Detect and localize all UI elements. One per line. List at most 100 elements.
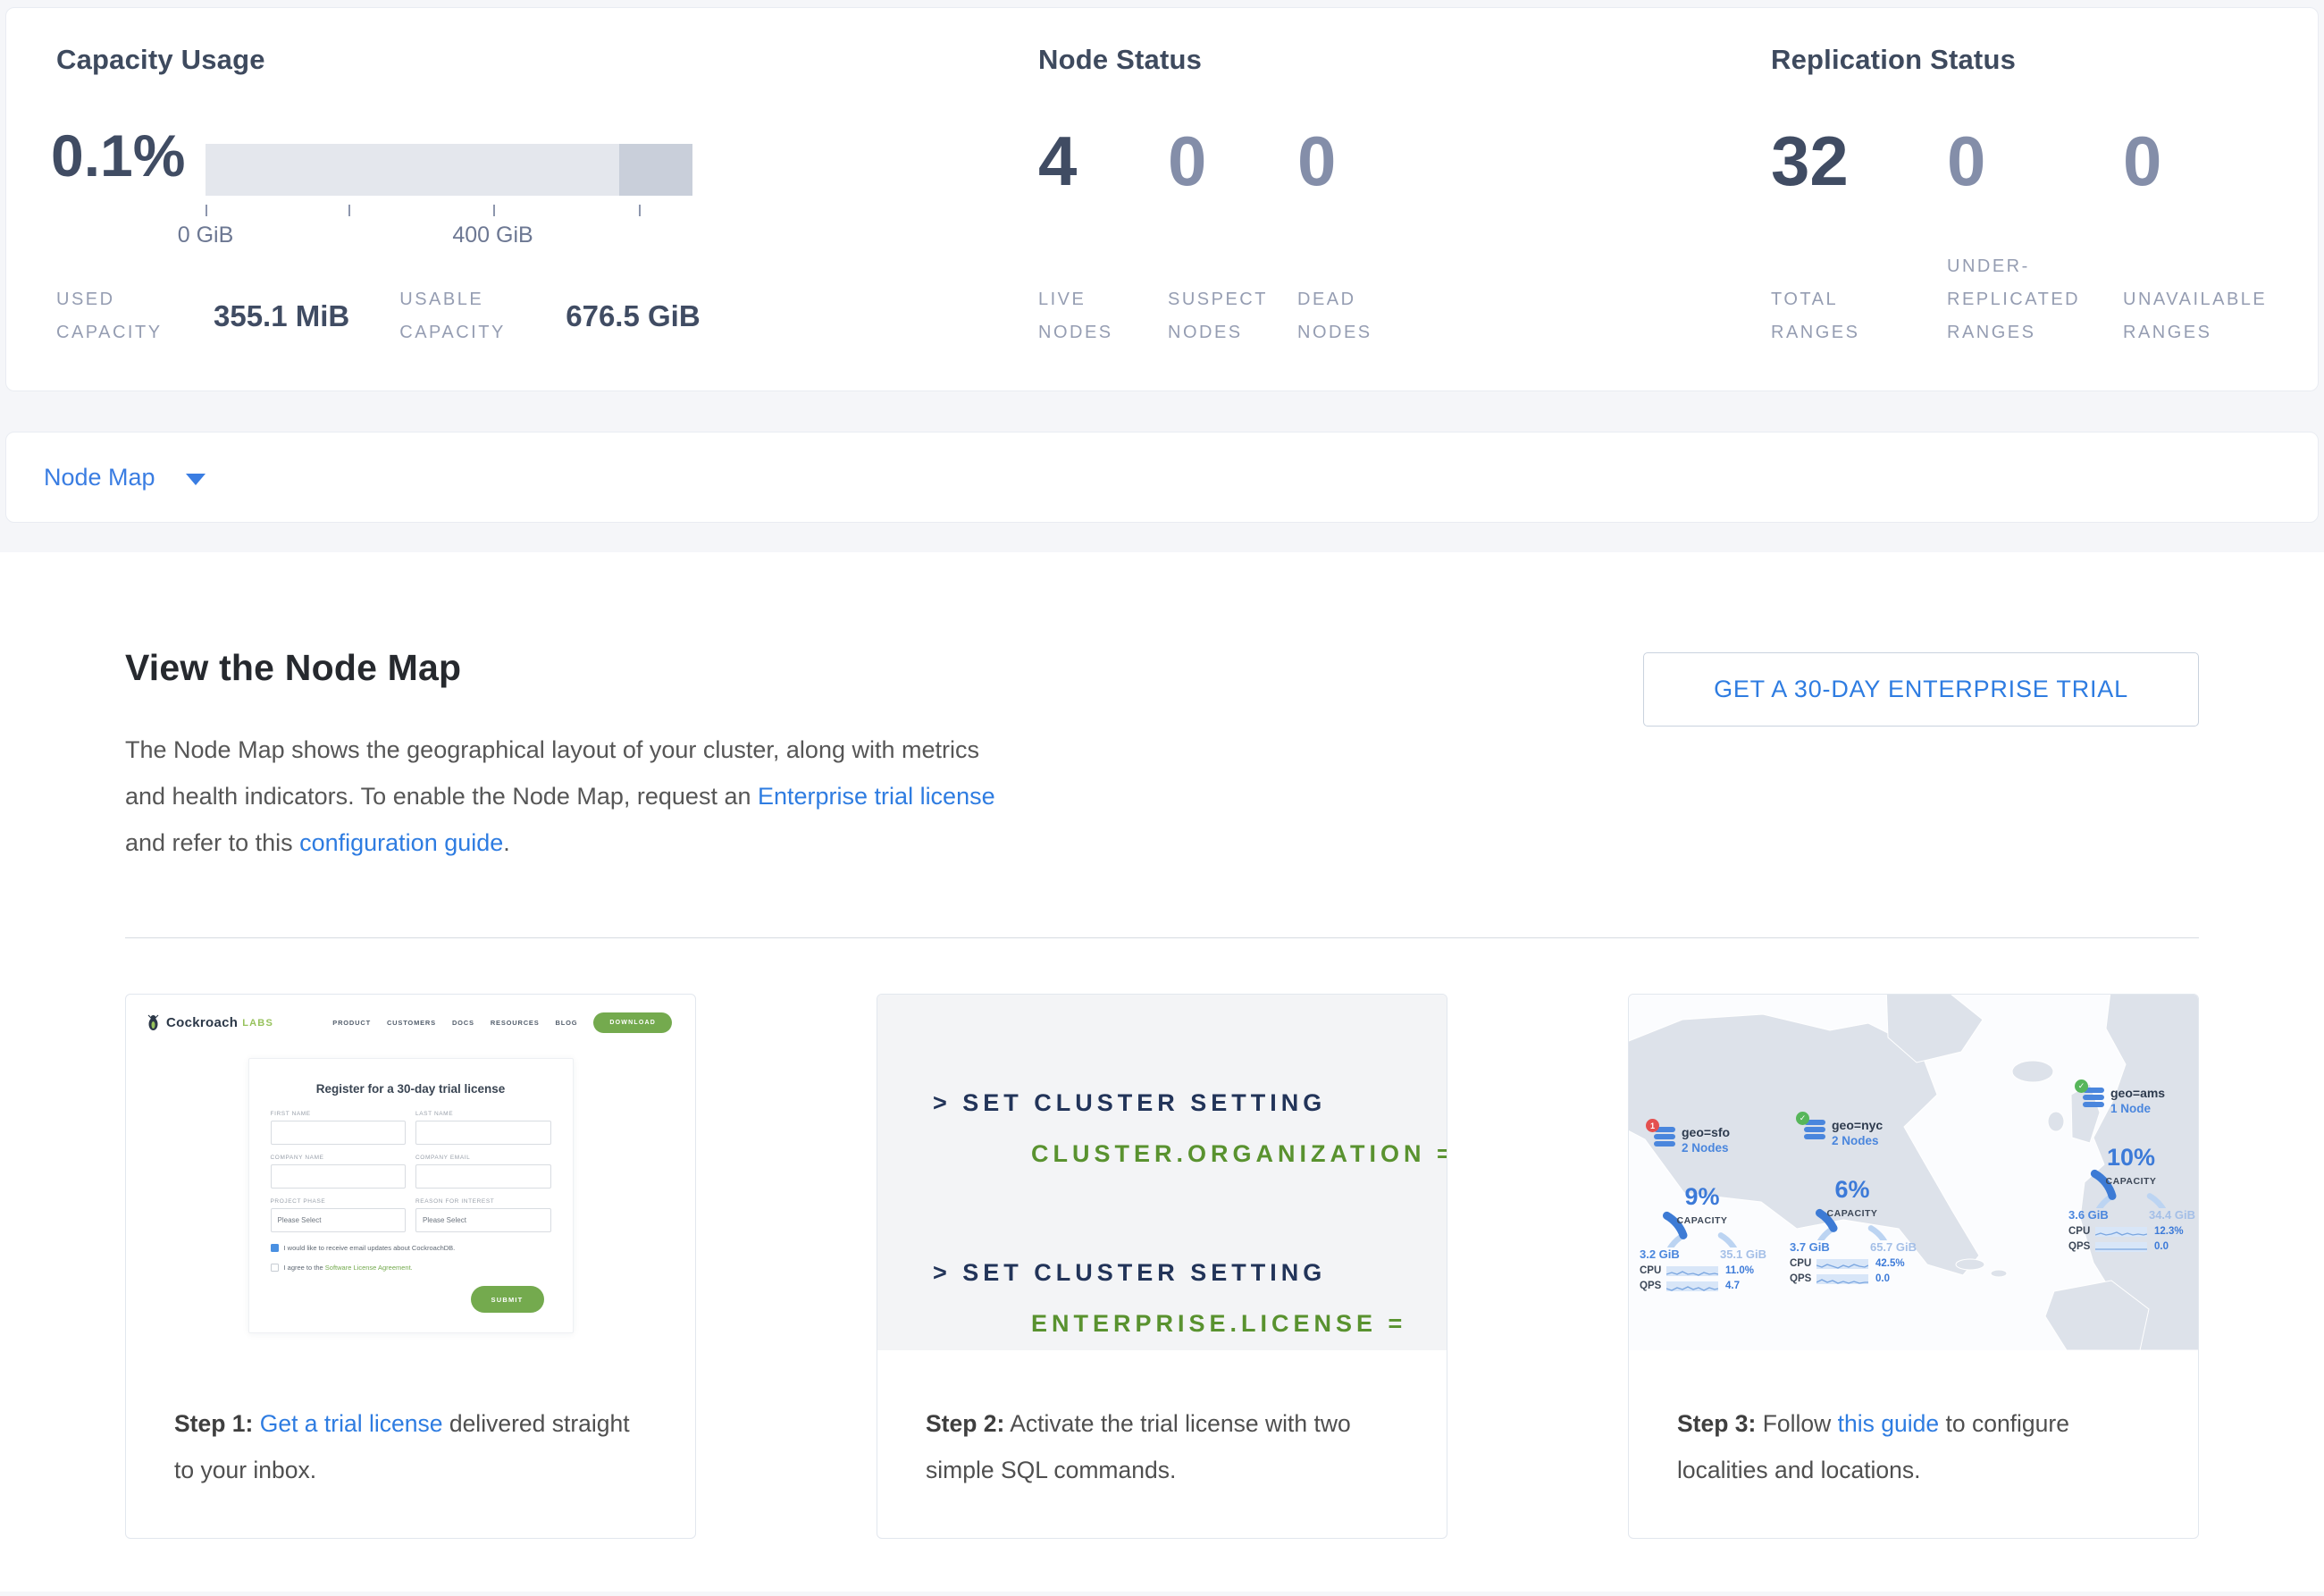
nav-item-product[interactable]: PRODUCT [332,1019,371,1027]
configuration-guide-link[interactable]: configuration guide [299,829,503,856]
cpu-value: 11.0% [1725,1265,1754,1276]
registration-form-title: Register for a 30-day trial license [271,1082,551,1096]
dead-nodes-stat: 0 DEAD NODES [1297,126,1427,349]
node-status-title: Node Status [1038,44,1427,76]
unavailable-ranges-stat: 0 UNAVAILABLE RANGES [2123,126,2299,349]
step1-label: Step 1: [174,1410,253,1437]
sql-line: CLUSTER.ORGANIZATION = [1031,1140,1447,1168]
nav-item-resources[interactable]: RESOURCES [491,1019,540,1027]
capacity-gauge: 9% CAPACITY [1652,1158,1752,1247]
company-name-field: COMPANY NAME [271,1155,407,1189]
intro-paragraph: The Node Map shows the geographical layo… [125,727,1019,866]
project-phase-select[interactable]: Please Select [271,1208,407,1232]
first-name-input[interactable] [271,1121,407,1145]
total-ranges-value: 32 [1771,126,1947,196]
qps-value: 4.7 [1725,1281,1740,1291]
locality-name: geo=ams [2110,1086,2165,1100]
view-selector-card: Node Map [5,432,2319,523]
qps-metric: QPS 4.7 [1640,1281,1774,1291]
map-node-nyc[interactable]: ✓ geo=nyc 2 Nodes 6% [1804,1118,1938,1284]
qps-value: 0.0 [1875,1273,1890,1284]
submit-button[interactable]: SUBMIT [471,1286,544,1313]
capacity-label: CAPACITY [1802,1208,1902,1219]
suspect-nodes-stat: 0 SUSPECT NODES [1168,126,1297,349]
this-guide-link[interactable]: this guide [1838,1410,1939,1437]
axis-tick [639,205,641,216]
capacity-gauge: 6% CAPACITY [1802,1151,1902,1240]
intro-text: and refer to this [125,829,299,856]
map-node-sfo[interactable]: 1 geo=sfo 2 Nodes 9% [1654,1125,1788,1291]
company-name-input[interactable] [271,1164,407,1189]
registration-form: Register for a 30-day trial license FIRS… [248,1058,574,1333]
live-nodes-value: 4 [1038,126,1168,196]
healthy-node-badge: ✓ [2075,1079,2088,1093]
cluster-summary-bar: Capacity Usage 0.1% 0 GiB 400 GiB USED C… [5,7,2319,391]
license-agreement-checkbox-row: I agree to the Software License Agreemen… [271,1264,551,1272]
logo-text: Cockroach [166,1015,238,1030]
view-selector-dropdown[interactable]: Node Map [44,464,155,491]
total-ranges-stat: 32 TOTAL RANGES [1771,126,1947,349]
last-name-input[interactable] [415,1121,551,1145]
capacity-bar-reserved-segment [619,144,692,196]
axis-tick [493,205,495,216]
total-ranges-label: TOTAL RANGES [1771,283,1887,349]
live-nodes-label: LIVE NODES [1038,283,1137,349]
first-name-label: FIRST NAME [271,1111,407,1117]
qps-metric: QPS 0.0 [1790,1273,1924,1284]
mini-site-header: Cockroach LABS PRODUCT CUSTOMERS DOCS RE… [126,995,695,1033]
project-phase-label: PROJECT PHASE [271,1198,407,1205]
qps-sparkline [2095,1242,2147,1252]
first-name-field: FIRST NAME [271,1111,407,1145]
enterprise-trial-license-link[interactable]: Enterprise trial license [758,783,995,810]
software-license-link[interactable]: Software License Agreement. [325,1264,413,1272]
step1-card: Cockroach LABS PRODUCT CUSTOMERS DOCS RE… [125,994,696,1539]
enterprise-trial-button[interactable]: GET A 30-DAY ENTERPRISE TRIAL [1643,652,2199,727]
node-map-promo-section: View the Node Map GET A 30-DAY ENTERPRIS… [0,552,2324,1592]
step2-card: > SET CLUSTER SETTING CLUSTER.ORGANIZATI… [877,994,1447,1539]
reason-field: REASON FOR INTEREST Please Select [415,1198,551,1232]
nav-item-docs[interactable]: DOCS [452,1019,474,1027]
capacity-percent: 9% [1652,1183,1752,1211]
capacity-label: CAPACITY [2081,1176,2181,1187]
locality-name: geo=nyc [1832,1118,1883,1132]
axis-tick-label: 400 GiB [452,223,533,248]
nav-item-customers[interactable]: CUSTOMERS [387,1019,436,1027]
license-agreement-text: I agree to the Software License Agreemen… [284,1264,413,1272]
checkbox-unchecked-icon[interactable] [271,1264,279,1272]
used-gib: 3.2 GiB [1640,1247,1680,1261]
dead-node-badge: 1 [1646,1119,1659,1132]
cpu-sparkline [1816,1259,1868,1269]
checkbox-checked-icon[interactable] [271,1244,279,1252]
database-stack-icon: 1 [1654,1127,1675,1151]
usable-capacity: USABLE CAPACITY 676.5 GiB [399,283,700,349]
step3-card: 1 geo=sfo 2 Nodes 9% [1628,994,2199,1539]
download-button[interactable]: DOWNLOAD [593,1012,672,1033]
company-email-label: COMPANY EMAIL [415,1155,551,1161]
mini-site-nav: PRODUCT CUSTOMERS DOCS RESOURCES BLOG DO… [332,1012,672,1033]
cpu-metric: CPU 11.0% [1640,1265,1774,1276]
reason-select[interactable]: Please Select [415,1208,551,1232]
used-gib: 3.6 GiB [2068,1208,2109,1222]
company-email-input[interactable] [415,1164,551,1189]
axis-tick [206,205,207,216]
chevron-down-icon[interactable] [186,474,206,485]
map-node-ams[interactable]: ✓ geo=ams 1 Node 10% [2083,1086,2198,1252]
sql-line: ENTERPRISE.LICENSE = [1031,1310,1447,1338]
cockroach-labs-logo: Cockroach LABS [146,1014,273,1031]
get-trial-license-link[interactable]: Get a trial license [260,1410,443,1437]
capacity-bar-chart: 0 GiB 400 GiB [206,144,692,196]
unavailable-ranges-label: UNAVAILABLE RANGES [2123,283,2279,349]
under-replicated-ranges-label: UNDER-REPLICATED RANGES [1947,250,2103,349]
usable-capacity-value: 676.5 GiB [566,299,700,333]
step2-label: Step 2: [926,1410,1004,1437]
registration-screenshot: Cockroach LABS PRODUCT CUSTOMERS DOCS RE… [126,995,695,1350]
capacity-usage-section: Capacity Usage 0.1% 0 GiB 400 GiB USED C… [51,44,265,76]
unavailable-ranges-value: 0 [2123,126,2299,196]
capacity-gauge: 10% CAPACITY [2081,1119,2181,1208]
total-gib: 65.7 GiB [1870,1240,1917,1254]
capacity-bar-used-segment [206,144,207,196]
sql-commands-panel: > SET CLUSTER SETTING CLUSTER.ORGANIZATI… [877,995,1447,1350]
dead-nodes-value: 0 [1297,126,1427,196]
capacity-details: USED CAPACITY 355.1 MiB USABLE CAPACITY … [56,283,701,349]
nav-item-blog[interactable]: BLOG [556,1019,578,1027]
